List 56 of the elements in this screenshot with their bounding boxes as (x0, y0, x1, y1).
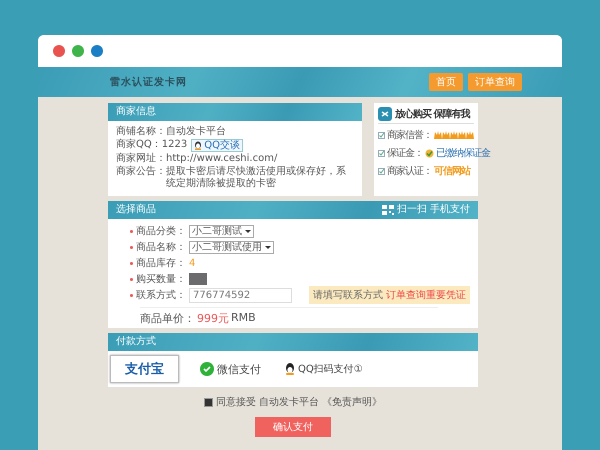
confirm-pay-button[interactable]: 确认支付 (255, 417, 331, 437)
field-value: 提取卡密后请尽快激活使用或保存好，系统定期清除被提取的卡密 (166, 166, 347, 190)
check-icon (378, 150, 385, 156)
field-value: http://www.ceshi.com/ (166, 153, 278, 165)
field-label: 商家认证： (387, 164, 432, 178)
payment-label: 微信支付 (217, 362, 261, 376)
panel-title: 商家信息 (108, 103, 362, 121)
dropdown[interactable]: 小二哥测试 (189, 224, 254, 238)
field-label: 商铺名称： (116, 126, 166, 138)
check-icon (378, 168, 385, 174)
agreement-text: 同意接受 自动发卡平台 (216, 396, 320, 409)
shield-icon (378, 107, 392, 121)
penguin-icon (285, 363, 295, 375)
contact-input[interactable]: 776774592 (189, 288, 292, 302)
penguin-icon (194, 141, 202, 150)
payment-option[interactable]: QQ扫码支付① (282, 359, 366, 379)
window-control-dot[interactable] (72, 45, 84, 57)
field-label: 商品库存： (130, 256, 186, 270)
qq-number: 1223 (162, 139, 188, 151)
scan-pay-link[interactable]: 扫一扫 手机支付 (396, 204, 470, 216)
payment-option[interactable]: 微信支付 (197, 358, 264, 380)
payment-option[interactable]: 支付宝 (110, 355, 179, 383)
window-control-dot[interactable] (91, 45, 103, 57)
field-label: 购买数量： (130, 272, 186, 286)
trusted-site-label: 可信网站 (434, 164, 470, 178)
guarantee-title: 放心购买 保障有我 (395, 107, 470, 121)
disclaimer-link[interactable]: 《免责声明》 (322, 395, 382, 409)
panel-title: 付款方式 (108, 333, 478, 351)
qq-chat-button[interactable]: QQ交谈 (191, 139, 243, 152)
alipay-logo: 支付宝 (124, 360, 165, 379)
agree-checkbox[interactable] (204, 398, 213, 406)
payment-label: QQ扫码支付① (298, 362, 363, 376)
field-label: 商品名称： (130, 240, 186, 254)
field-label: 商家公告： (116, 166, 166, 178)
wechat-icon (200, 362, 214, 376)
qr-code-icon (382, 205, 394, 215)
field-value: 自动发卡平台 (166, 126, 226, 138)
price-value: 999元 (197, 311, 229, 326)
medal-icon (425, 148, 434, 158)
contact-hint: 请填写联系方式 订单查询重要凭证 (309, 286, 470, 304)
field-label: 商家网址： (116, 153, 166, 165)
field-label: 联系方式： (130, 288, 186, 302)
site-logo[interactable]: 雷水认证发卡网 (110, 75, 187, 89)
price-label: 商品单价： (140, 311, 195, 326)
deposit-status: 已缴纳保证金 (436, 147, 490, 160)
field-label: 商家信誉： (387, 128, 432, 142)
currency-label: RMB (231, 311, 256, 326)
stock-count: 4 (189, 258, 196, 268)
window-control-dot[interactable] (53, 45, 65, 57)
field-label: 保证金： (387, 147, 423, 160)
dropdown[interactable]: 小二哥测试使用 (189, 240, 274, 254)
panel-title: 选择商品 (116, 204, 156, 216)
check-icon (378, 132, 385, 138)
field-label: 商品分类： (130, 224, 186, 238)
field-label: 商家QQ： (116, 139, 162, 151)
quantity-field[interactable] (189, 273, 207, 285)
